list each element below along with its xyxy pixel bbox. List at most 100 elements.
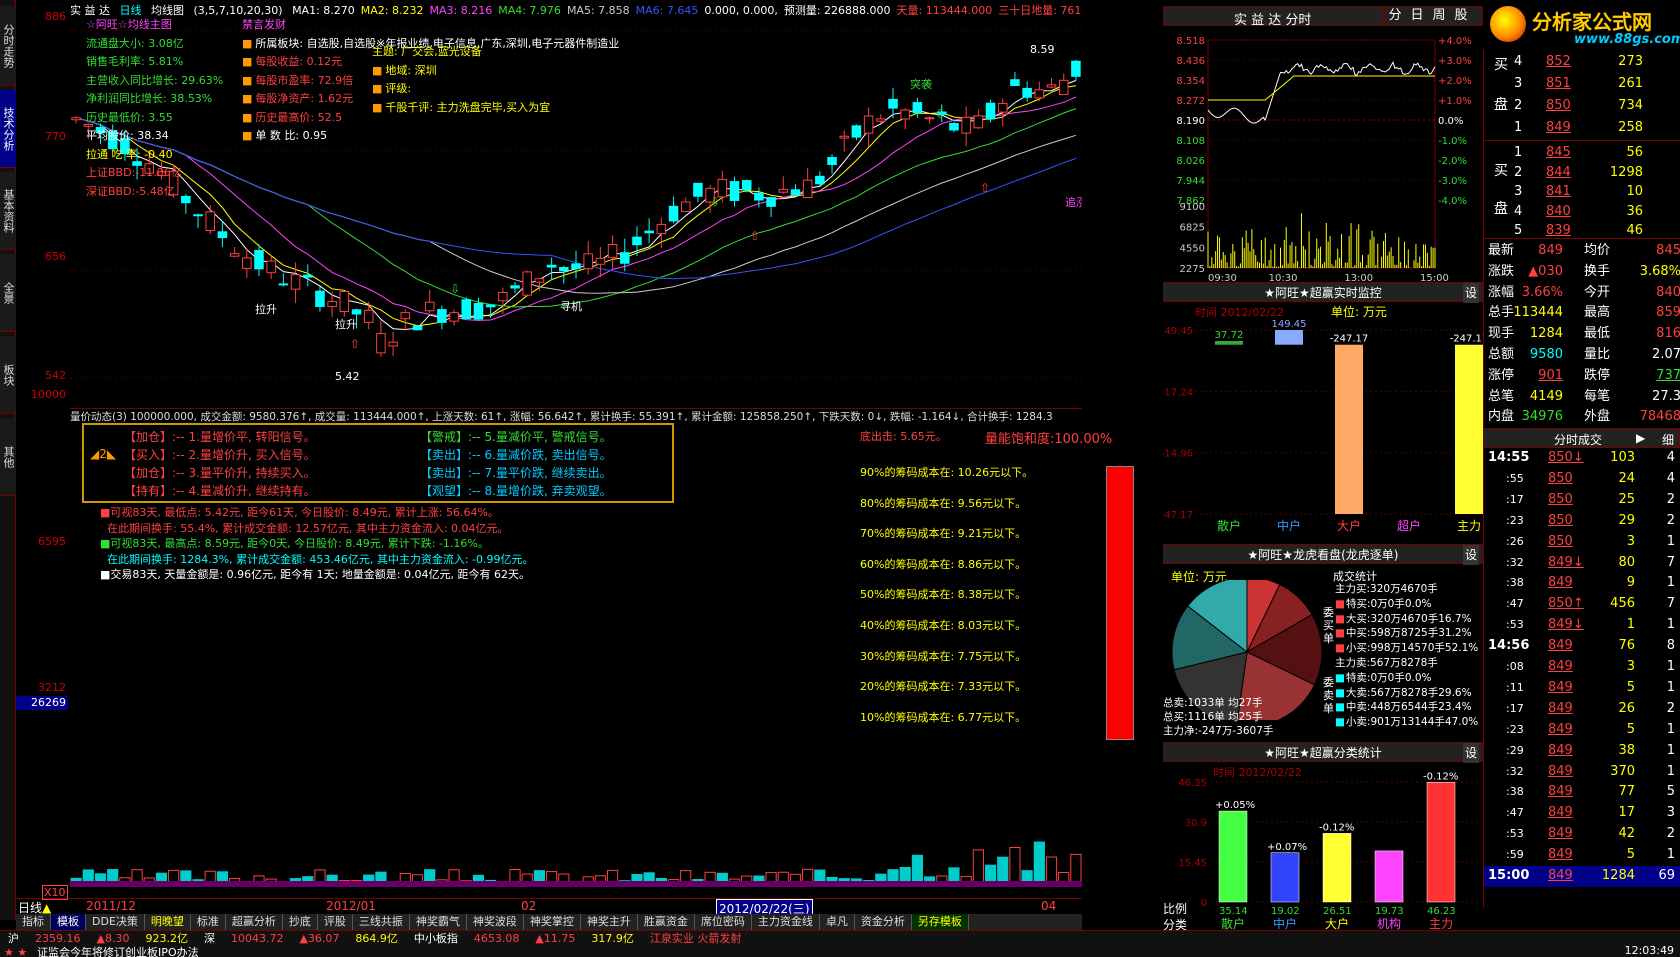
tick-volume: 17 [1618, 805, 1635, 821]
status-item-10: 4653.08 [473, 932, 520, 944]
bullet-icon: ■ [372, 82, 383, 95]
buy-order-row-1[interactable]: 1 845 56 [1484, 143, 1680, 163]
tick-volume: 1 [1626, 617, 1635, 633]
sell-order-row-4[interactable]: 1 849 258 [1484, 118, 1680, 138]
left-tab-3[interactable]: 基本资料 [0, 172, 16, 250]
candle-body [71, 117, 81, 121]
dragon-line-text: 特卖:0万0手0.0% [1345, 671, 1432, 684]
bottom-tab-19[interactable]: 另存模板 [911, 914, 969, 930]
bottom-tab-3[interactable]: DDE决策 [86, 914, 145, 930]
quote-label: 涨停 [1488, 367, 1515, 383]
info-right-line-text: 评级: [385, 82, 412, 95]
tick-time: :17 [1506, 492, 1524, 506]
ticks-play-icon[interactable]: ▶ [1636, 431, 1645, 445]
sell-order-row-2[interactable]: 3 851 261 [1484, 74, 1680, 94]
intraday-pct-tick: -1.0% [1438, 136, 1467, 147]
status-item-5: 深 [203, 932, 215, 944]
signal-right: 【警戒】:-- 5.量减价平, 警戒信号。 [420, 430, 612, 444]
candle-body [534, 278, 545, 283]
candle-body [473, 303, 484, 320]
candle-body [266, 260, 276, 274]
ticker-text[interactable]: 证监会今年将修订创业板IPO办法 [37, 946, 199, 957]
bottom-tab-12[interactable]: 神奖掌控 [523, 914, 581, 930]
stat-line-2: 在此期间换手: 55.4%, 累计成交金额: 12.57亿元, 其中主力资金流入… [100, 521, 509, 535]
intraday-tabs: 分日周股 [1383, 6, 1483, 26]
left-tab-4[interactable]: 全景 [0, 254, 16, 332]
monitor-settings-button[interactable]: 设 [1462, 283, 1479, 303]
order-book: 4 852 273 3 851 261 2 850 734 1 849 258 1 845 56 2 844 12… [1483, 50, 1680, 238]
sell-order-row-1[interactable]: 4 852 273 [1484, 52, 1680, 72]
left-tab-5[interactable]: 板块 [0, 336, 16, 414]
tick-row-14: :23 849 5 1 [1484, 720, 1680, 741]
bottom-tab-8[interactable]: 评股 [317, 914, 353, 930]
bottom-tab-13[interactable]: 神奖主升 [580, 914, 638, 930]
chip-row-6: 40%的筹码成本在: 8.03元以下。 [860, 618, 1027, 632]
chart-label-low-price: 5.42 [335, 370, 360, 383]
chart-label-sig-zhuizhang: 追涨 [1065, 195, 1082, 209]
signal-right: 【卖出】:-- 6.量减价跌, 卖出信号。 [420, 448, 612, 462]
intraday-tab-4[interactable]: 股 [1450, 7, 1472, 25]
quote-row-2: 涨跌 ▲030 换手 3.68% [1484, 262, 1680, 282]
intraday-tab-1[interactable]: 分 [1384, 7, 1406, 25]
signal-icon: ◢2◣ [90, 447, 117, 461]
volume-tick-1: 10000 [31, 388, 66, 401]
bottom-tab-16[interactable]: 主力资金线 [751, 914, 820, 930]
volume-tick-3: 3212 [38, 681, 66, 694]
tick-price: 849 [1548, 826, 1573, 842]
tick-price: 849↓ [1548, 617, 1584, 633]
dragon-lines: 主力买:320万4670手 ■特买:0万0手0.0% ■大买:320万4670手16… [1335, 582, 1478, 730]
candle-body [888, 98, 898, 109]
bottom-tab-7[interactable]: 抄底 [282, 914, 318, 930]
candle-body [790, 189, 801, 196]
dragon-settings-button[interactable]: 设 [1462, 545, 1479, 565]
bottom-tab-15[interactable]: 席位密码 [694, 914, 752, 930]
candle-body [412, 325, 423, 331]
intraday-pct-tick: -3.0% [1438, 176, 1467, 187]
tick-volume: 5 [1626, 847, 1635, 863]
intraday-price-tick: 8.518 [1176, 36, 1205, 47]
dragon-line-text: 大买:320万4670手16.7% [1345, 612, 1472, 625]
site-logo: 分析家公式网 www.88gs.com [1484, 0, 1680, 50]
classify-value-label: 26.51 [1323, 906, 1352, 917]
quote-label: 最高 [1584, 305, 1611, 321]
quote-value: 113444 [1513, 305, 1563, 321]
sell-order-row-3[interactable]: 2 850 734 [1484, 96, 1680, 116]
left-tab-1[interactable]: 分时走势 [0, 6, 16, 86]
tick-row-15: :29 849 38 1 [1484, 741, 1680, 762]
tick-time: :55 [1506, 471, 1524, 485]
bottom-tab-11[interactable]: 神奖波段 [466, 914, 524, 930]
left-tab-6[interactable]: 其他 [0, 418, 16, 496]
bottom-tab-18[interactable]: 资金分析 [854, 914, 912, 930]
candle-body [1034, 89, 1045, 99]
bottom-tab-14[interactable]: 胜赢资金 [637, 914, 695, 930]
quote-label: 每笔 [1584, 388, 1611, 404]
bottom-tab-2[interactable]: 模板 [51, 914, 86, 930]
tick-volume: 9 [1626, 575, 1635, 591]
volume-bar [1033, 841, 1045, 887]
intraday-tab-3[interactable]: 周 [1428, 7, 1450, 25]
bottom-tab-5[interactable]: 标准 [190, 914, 226, 930]
ticks-detail-tab[interactable]: 细 [1662, 431, 1674, 448]
bottom-tab-1[interactable]: 指标 [16, 914, 51, 930]
bottom-tab-17[interactable]: 卓凡 [819, 914, 855, 930]
quote-value: 901 [1538, 367, 1563, 383]
order-level: 4 [1514, 54, 1523, 69]
order-price: 841 [1546, 184, 1571, 199]
buy-order-row-4[interactable]: 4 840 36 [1484, 202, 1680, 222]
info-left: ☆阿旺☆均线主图 流通盘大小: 3.08亿 销售毛利率: 5.81% 主营收入同比增长… [86, 16, 223, 201]
volume-chart [70, 841, 1082, 887]
bottom-tab-10[interactable]: 神奖霸气 [409, 914, 467, 930]
bottom-tab-6[interactable]: 超赢分析 [225, 914, 283, 930]
candle-body [839, 135, 850, 139]
tick-row-2: :55 850 24 4 [1484, 469, 1680, 490]
left-tab-2[interactable]: 技术分析 [0, 90, 16, 168]
buy-order-row-2[interactable]: 2 844 1298 [1484, 163, 1680, 183]
candle-body [205, 211, 215, 231]
buy-order-row-3[interactable]: 3 841 10 [1484, 182, 1680, 202]
intraday-tab-2[interactable]: 日 [1406, 7, 1428, 25]
bottom-tab-4[interactable]: 明晚望 [144, 914, 191, 930]
classify-settings-button[interactable]: 设 [1462, 743, 1479, 763]
candle-body [607, 243, 618, 258]
candle-body [912, 102, 923, 114]
bottom-tab-9[interactable]: 三线共振 [352, 914, 410, 930]
